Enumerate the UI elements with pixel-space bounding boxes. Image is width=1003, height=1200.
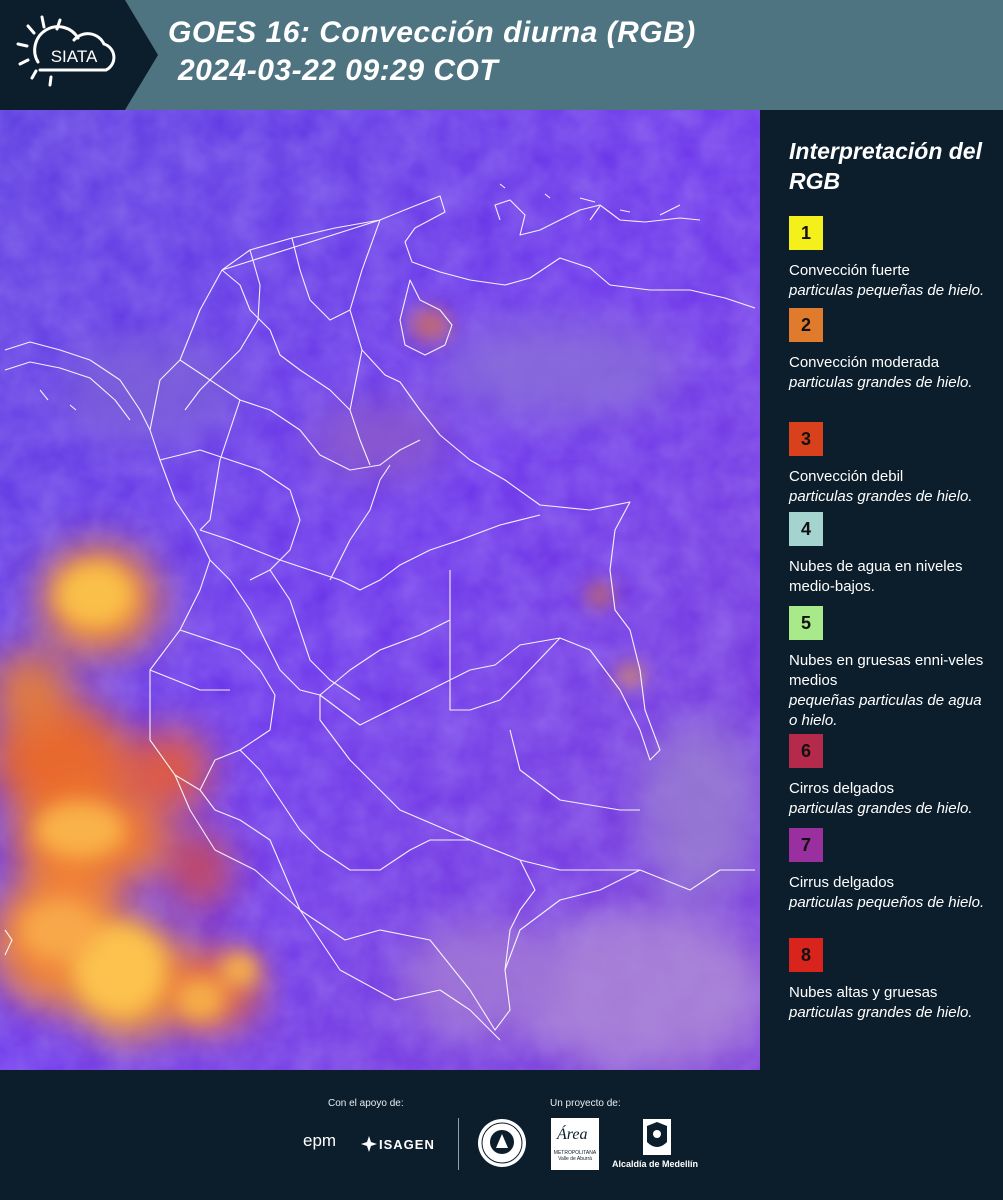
legend-sublabel: particulas grandes de hielo. [789,374,973,391]
title-line-2: 2024-03-22 09:29 COT [178,54,499,87]
legend-number: 6 [800,740,811,761]
logo-text: SIATA [51,47,98,66]
legend-number: 5 [800,612,811,633]
legend-item-7: 7 Cirrus delgados particulas pequeños de… [789,828,989,913]
area-logo-sub: METROPOLITANA Valle de Aburrá [553,1150,597,1162]
legend-sublabel: particulas grandes de hielo. [789,1004,973,1021]
siata-logo[interactable]: SIATA [0,0,158,110]
legend-item-6: 6 Cirros delgados particulas grandes de … [789,734,989,819]
legend-swatch: 8 [789,938,823,972]
legend-swatch: 5 [789,606,823,640]
legend-label: Nubes en gruesas enni-veles medios [789,652,984,689]
header: SIATA GOES 16: Convección diurna (RGB) 2… [0,0,1003,110]
legend-item-2: 2 Convección moderada particulas grandes… [789,308,989,393]
footer-divider [458,1118,459,1170]
project-label: Un proyecto de: [550,1098,621,1109]
legend-item-3: 3 Convección debil particulas grandes de… [789,422,989,507]
title-line-1: GOES 16: Convección diurna (RGB) [168,16,696,49]
legend-title: Interpretación del RGB [789,138,982,194]
map-legend-divider [760,110,762,1070]
legend-label: Convección debil [789,468,904,485]
legend-swatch: 1 [789,216,823,250]
legend-item-8: 8 Nubes altas y gruesas particulas grand… [789,938,989,1023]
legend-swatch: 7 [789,828,823,862]
legend-label: Nubes de agua en niveles medio-bajos. [789,558,963,595]
legend-swatch: 3 [789,422,823,456]
footer: Con el apoyo de: Un proyecto de: epm ISA… [0,1070,1003,1200]
legend-label: Cirrus delgados [789,874,895,891]
legend-label: Convección fuerte [789,262,910,279]
area-metropolitana-logo[interactable]: Área METROPOLITANA Valle de Aburrá [551,1118,599,1170]
legend-number: 2 [800,314,811,335]
legend-number: 7 [800,834,811,855]
sun-icon: SIATA [0,0,158,110]
legend-label: Cirros delgados [789,780,895,797]
area-logo-text: Área [557,1126,588,1143]
legend-item-5: 5 Nubes en gruesas enni-veles medios peq… [789,606,989,731]
satellite-map[interactable] [0,110,760,1070]
university-seal[interactable] [477,1118,527,1168]
epm-logo[interactable]: epm [303,1131,336,1151]
legend-number: 8 [800,944,811,965]
isagen-label: ISAGEN [379,1137,435,1152]
legend-item-1: 1 Convección fuerte particulas pequeñas … [789,216,989,301]
legend-sublabel: pequeñas particulas de agua o hielo. [789,692,982,729]
legend-label: Convección moderada [789,354,940,371]
alcaldia-label: Alcaldía de Medellín [612,1159,699,1169]
isagen-icon [361,1136,377,1152]
support-label: Con el apoyo de: [328,1098,404,1109]
legend-label: Nubes altas y gruesas [789,984,938,1001]
legend-item-4: 4 Nubes de agua en niveles medio-bajos. [789,512,989,597]
alcaldia-logo[interactable] [642,1118,672,1156]
legend-number: 3 [800,428,811,449]
legend-sublabel: particulas grandes de hielo. [789,800,973,817]
legend-number: 4 [800,518,811,539]
page-title: GOES 16: Convección diurna (RGB) 2024-03… [168,14,696,90]
legend-swatch: 6 [789,734,823,768]
legend-swatch: 4 [789,512,823,546]
legend-number: 1 [800,222,811,243]
legend-sublabel: particulas grandes de hielo. [789,488,973,505]
legend-panel: Interpretación del RGB 1 Convección fuer… [789,136,989,1021]
legend-sublabel: particulas pequeños de hielo. [789,894,985,911]
legend-swatch: 2 [789,308,823,342]
legend-sublabel: particulas pequeñas de hielo. [789,282,985,299]
